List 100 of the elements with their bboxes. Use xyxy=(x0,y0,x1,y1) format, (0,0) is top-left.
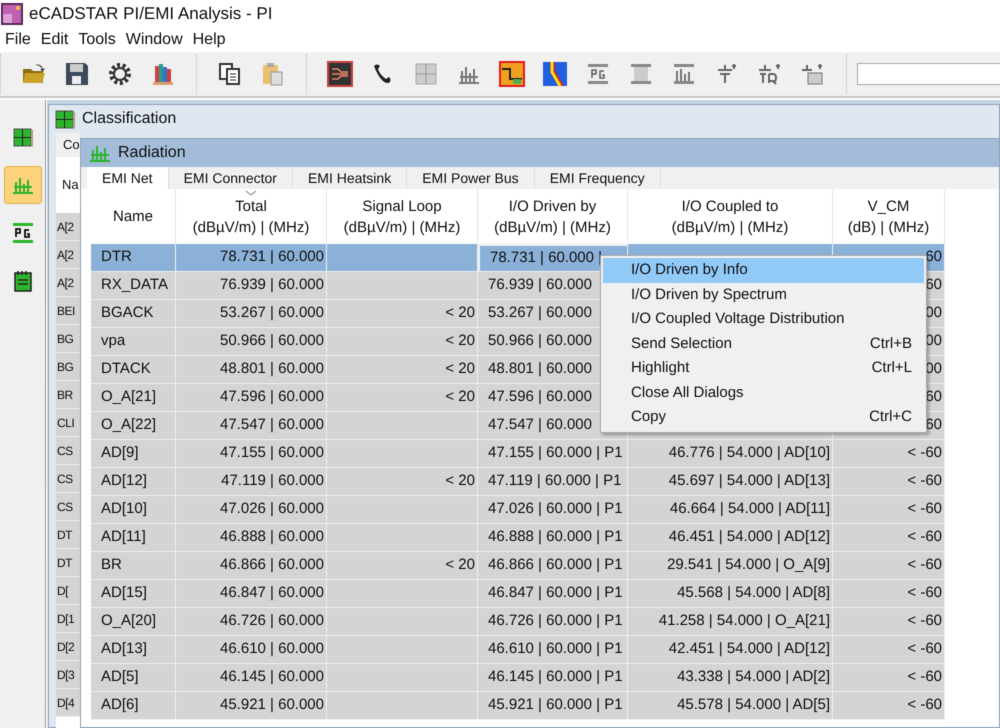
table-cell-text: D[2 xyxy=(57,638,74,656)
table-cell: < -60 xyxy=(833,692,945,720)
table-cell: 29.541 | 54.000 | O_A[9] xyxy=(628,552,833,580)
window-title: Classification xyxy=(82,109,176,129)
table-cell: 47.155 | 60.000 xyxy=(176,440,327,468)
settings-icon[interactable] xyxy=(107,61,133,87)
table-cell: 46.866 | 60.000 | P1 xyxy=(478,552,628,580)
table-cell: 78.731 | 60.000 xyxy=(176,244,327,272)
table-cell: < -60 xyxy=(833,440,945,468)
table-cell: < -60 xyxy=(833,608,945,636)
heatmap-icon[interactable] xyxy=(542,61,568,87)
table-cell-text: BG xyxy=(57,358,74,376)
table-cell: 47.596 | 60.000 xyxy=(176,384,327,412)
table-cell: BR xyxy=(91,552,176,580)
window-title: Radiation xyxy=(118,143,186,163)
table-cell: < 20 xyxy=(327,468,478,496)
books-icon[interactable] xyxy=(150,61,176,87)
table-cell: AD[6] xyxy=(91,692,176,720)
table-cell: 45.921 | 60.000 | P1 xyxy=(478,692,628,720)
table-cell: 47.026 | 60.000 xyxy=(176,496,327,524)
add-capacitor-icon[interactable] xyxy=(757,61,783,87)
table-cell: AD[10] xyxy=(91,496,176,524)
menu-item[interactable]: Tools xyxy=(78,28,116,52)
copy-icon[interactable] xyxy=(217,61,243,87)
table-cell: 46.145 | 60.000 | P1 xyxy=(478,664,628,692)
menu-item[interactable]: Help xyxy=(192,28,226,52)
table-cell-text: CS xyxy=(57,498,73,516)
tab[interactable]: EMI Net xyxy=(87,167,169,189)
table-cell: 42.451 | 54.000 | AD[12] xyxy=(628,636,833,664)
table-cell: 47.026 | 60.000 | P1 xyxy=(478,496,628,524)
save-icon[interactable] xyxy=(64,61,90,87)
table-cell-text: A[2 xyxy=(57,274,74,292)
power-ground-icon xyxy=(12,222,34,244)
window-title: eCADSTAR PI/EMI Analysis - PI xyxy=(29,3,272,26)
menu-item[interactable]: Window xyxy=(126,28,183,52)
table-cell: < -60 xyxy=(833,552,945,580)
table-cell-text: D[1 xyxy=(57,610,74,628)
table-cell: 46.847 | 60.000 xyxy=(176,580,327,608)
heatmap-icon[interactable] xyxy=(499,61,525,87)
table-cell-text: D[ xyxy=(57,582,68,600)
table-cell: AD[9] xyxy=(91,440,176,468)
table-cell: 46.610 | 60.000 xyxy=(176,636,327,664)
table-cell-text: BEI xyxy=(57,302,75,320)
table-cell: 46.451 | 54.000 | AD[12] xyxy=(628,524,833,552)
table-cell: O_A[20] xyxy=(91,608,176,636)
table-cell: 76.939 | 60.000 xyxy=(176,272,327,300)
table-cell: < 20 xyxy=(327,328,478,356)
table-cell: 45.568 | 54.000 | AD[8] xyxy=(628,580,833,608)
table-cell: BGACK xyxy=(91,300,176,328)
table-cell-text: CLI xyxy=(57,414,74,432)
table-cell: 47.119 | 60.000 | P1 xyxy=(478,468,628,496)
table-cell: 47.119 | 60.000 xyxy=(176,468,327,496)
column-header[interactable]: Na xyxy=(62,175,79,195)
table-cell: 47.547 | 60.000 xyxy=(176,412,327,440)
table-cell: RX_DATA xyxy=(91,272,176,300)
search-field[interactable] xyxy=(857,63,1000,85)
table-cell: 46.776 | 54.000 | AD[10] xyxy=(628,440,833,468)
table-cell: 46.145 | 60.000 xyxy=(176,664,327,692)
table-cell: 46.866 | 60.000 xyxy=(176,552,327,580)
table-cell: 43.338 | 54.000 | AD[2] xyxy=(628,664,833,692)
table-cell: AD[12] xyxy=(91,468,176,496)
table-cell: < 20 xyxy=(327,300,478,328)
menu-item[interactable]: Edit xyxy=(40,28,68,52)
table-cell: vpa xyxy=(91,328,176,356)
table-cell: 53.267 | 60.000 xyxy=(176,300,327,328)
table-cell: < -60 xyxy=(833,664,945,692)
power-ground-icon[interactable] xyxy=(585,61,611,87)
table-cell: AD[11] xyxy=(91,524,176,552)
table-cell: AD[15] xyxy=(91,580,176,608)
table-cell: AD[5] xyxy=(91,664,176,692)
table-cell: O_A[21] xyxy=(91,384,176,412)
table-cell: 47.155 | 60.000 | P1 xyxy=(478,440,628,468)
plane-icon[interactable] xyxy=(628,61,654,87)
table-cell: AD[13] xyxy=(91,636,176,664)
notepad-icon xyxy=(12,270,34,292)
table-cell: 46.610 | 60.000 | P1 xyxy=(478,636,628,664)
table-cell-text: CS xyxy=(57,470,73,488)
table-cell: < 20 xyxy=(327,384,478,412)
table-cell: 46.664 | 54.000 | AD[11] xyxy=(628,496,833,524)
table-cell: < -60 xyxy=(833,468,945,496)
table-cell-text: D[4 xyxy=(57,694,74,712)
table-cell: 48.801 | 60.000 xyxy=(176,356,327,384)
table-cell: < -60 xyxy=(833,496,945,524)
table-cell-text: A[2 xyxy=(57,218,74,236)
table-cell: 45.697 | 54.000 | AD[13] xyxy=(628,468,833,496)
menu-item[interactable]: I/O Driven by Info xyxy=(603,258,924,282)
table-cell: 46.847 | 60.000 | P1 xyxy=(478,580,628,608)
table-cell: < -60 xyxy=(833,636,945,664)
table-cell: < -60 xyxy=(833,580,945,608)
circuit-icon[interactable] xyxy=(327,61,353,87)
table-cell: 46.726 | 60.000 | P1 xyxy=(478,608,628,636)
table-cell: 45.921 | 60.000 xyxy=(176,692,327,720)
menu-item[interactable]: File xyxy=(5,28,31,52)
table-cell-text: BG xyxy=(57,330,74,348)
table-cell-text: BR xyxy=(57,386,73,404)
spectrum-icon[interactable] xyxy=(671,61,697,87)
table-cell-text: DT xyxy=(57,526,72,544)
grid-icon xyxy=(12,126,34,148)
table-cell: 45.578 | 54.000 | AD[5] xyxy=(628,692,833,720)
table-cell: < -60 xyxy=(833,524,945,552)
